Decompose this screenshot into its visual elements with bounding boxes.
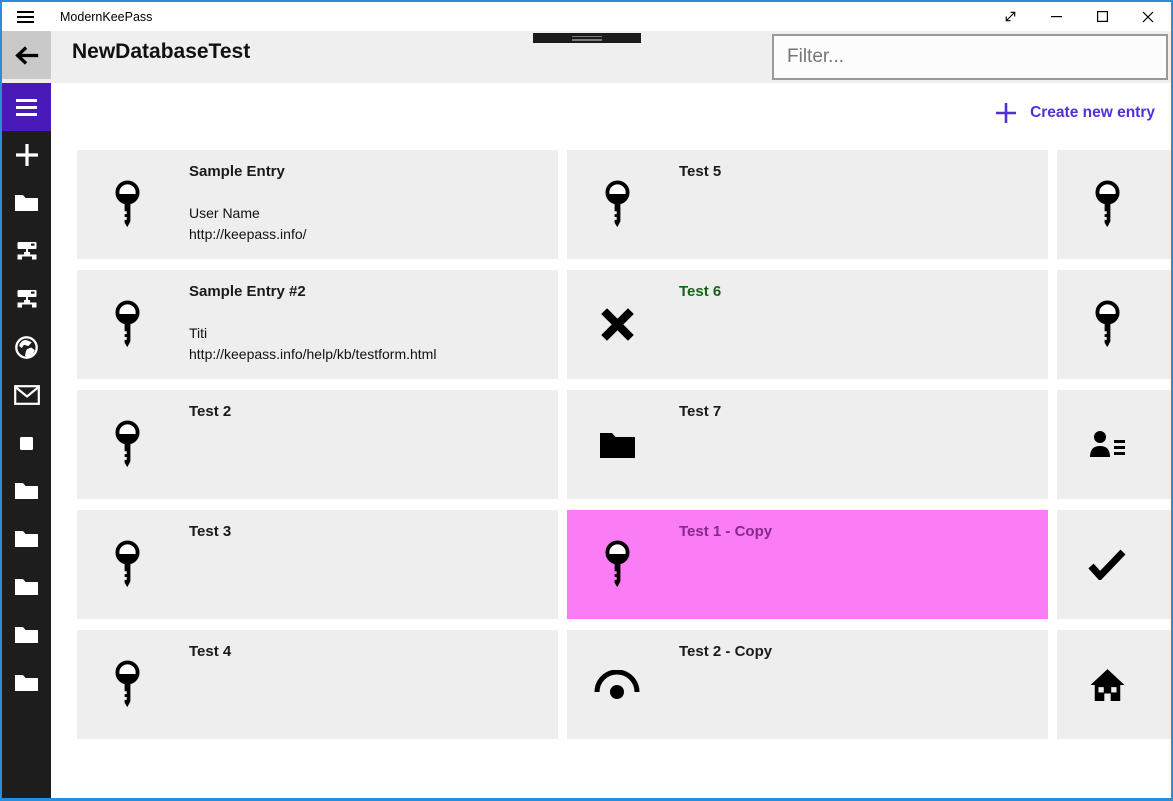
create-new-entry-label: Create new entry	[1030, 104, 1155, 121]
mail-icon	[13, 385, 40, 405]
sidebar-item-folder[interactable]	[2, 659, 51, 707]
hamburger-icon	[16, 98, 37, 116]
entry-card[interactable]: Sample Entry #2 Titi http://keepass.info/h…	[77, 270, 558, 379]
key-icon	[1057, 150, 1157, 259]
entry-detail-line: Titi	[189, 325, 208, 341]
entry-detail-line: http://keepass.info/	[189, 225, 307, 242]
page-title: NewDatabaseTest	[72, 40, 251, 63]
view-icon	[567, 630, 667, 739]
folder-icon	[15, 530, 38, 548]
entry-title: Test 4	[189, 643, 232, 660]
sidebar-item-folder[interactable]	[2, 179, 51, 227]
entry-card[interactable]: Test 2	[77, 390, 558, 499]
plus-icon	[996, 103, 1017, 123]
network-icon	[15, 288, 39, 310]
back-button[interactable]	[2, 31, 51, 79]
entry-details: User Name http://keepass.info/	[189, 203, 307, 244]
home-icon	[1057, 630, 1157, 739]
key-icon	[567, 150, 667, 259]
plus-icon	[15, 143, 39, 167]
close-icon	[1142, 11, 1154, 22]
appbar-peek-handle[interactable]	[533, 33, 641, 43]
key-icon	[77, 390, 177, 499]
sidebar-item-folder[interactable]	[2, 467, 51, 515]
globe-icon	[14, 335, 39, 360]
entry-title: Test 2 - Copy	[679, 643, 773, 660]
folder-icon	[15, 674, 38, 692]
sidebar-item-hamburger[interactable]	[2, 83, 51, 131]
minimize-icon	[1050, 16, 1062, 18]
key-icon	[77, 270, 177, 379]
key-icon	[567, 510, 667, 619]
entry-card[interactable]: Test 3	[77, 510, 558, 619]
sidebar-item-network[interactable]	[2, 275, 51, 323]
folder-black-icon	[567, 390, 667, 499]
check-icon	[1057, 510, 1157, 619]
entry-card[interactable]: Test 5	[567, 150, 1048, 259]
entry-detail-line: http://keepass.info/help/kb/testform.htm…	[189, 345, 437, 362]
entry-card[interactable]	[1057, 630, 1171, 739]
sidebar-item-folder[interactable]	[2, 563, 51, 611]
sidebar-item-plus[interactable]	[2, 131, 51, 179]
app-title: ModernKeePass	[60, 9, 153, 24]
sidebar-item-globe[interactable]	[2, 323, 51, 371]
entry-title: Test 7	[679, 403, 722, 420]
minimize-button[interactable]	[1033, 2, 1079, 31]
close-x-icon	[567, 270, 667, 379]
sidebar-item-folder[interactable]	[2, 611, 51, 659]
entry-title: Test 5	[679, 163, 722, 180]
key-icon	[1057, 270, 1157, 379]
diagonal-resize-icon	[1005, 11, 1015, 22]
entry-grid: Sample Entry User Name http://keepass.info…	[77, 150, 1171, 739]
close-button[interactable]	[1125, 2, 1171, 31]
network-icon	[15, 240, 39, 262]
entry-card[interactable]	[1057, 150, 1171, 259]
entry-card[interactable]: Test 4	[77, 630, 558, 739]
square-icon	[20, 436, 33, 450]
entry-title: Test 1 - Copy	[679, 523, 773, 540]
entry-title: Test 2	[189, 403, 232, 420]
sidebar-item-folder[interactable]	[2, 515, 51, 563]
maximize-icon	[1096, 11, 1108, 22]
app-window: ModernKeePass NewDatabaseTest Filter... …	[0, 0, 1173, 801]
folder-icon	[15, 482, 38, 500]
back-arrow-icon	[14, 45, 38, 65]
entry-title: Sample Entry #2	[189, 283, 306, 300]
contact-list-icon	[1057, 390, 1157, 499]
entry-title: Sample Entry	[189, 163, 285, 180]
entry-card[interactable]: Test 7	[567, 390, 1048, 499]
entry-title: Test 6	[679, 283, 722, 300]
entry-card[interactable]	[1057, 390, 1171, 499]
sidebar-item-mail[interactable]	[2, 371, 51, 419]
entry-details: Titi http://keepass.info/help/kb/testform…	[189, 323, 436, 364]
key-icon	[77, 150, 177, 259]
key-icon	[77, 630, 177, 739]
sidebar-item-network[interactable]	[2, 227, 51, 275]
main-content: Create new entry Sample Entry User Name ht…	[51, 83, 1171, 798]
window-controls	[987, 2, 1171, 31]
entry-card-selected[interactable]: Test 1 - Copy	[567, 510, 1048, 619]
titlebar: ModernKeePass	[2, 2, 1171, 31]
titlebar-hamburger-icon[interactable]	[17, 10, 34, 23]
entry-card[interactable]: Sample Entry User Name http://keepass.info…	[77, 150, 558, 259]
maximize-button[interactable]	[1079, 2, 1125, 31]
sidebar-item-square[interactable]	[2, 419, 51, 467]
entry-card[interactable]: Test 6	[567, 270, 1048, 379]
sidebar	[2, 83, 51, 798]
folder-icon	[15, 578, 38, 596]
entry-card[interactable]	[1057, 510, 1171, 619]
entry-title: Test 3	[189, 523, 232, 540]
filter-input[interactable]	[772, 34, 1168, 80]
entry-card[interactable]: Test 2 - Copy	[567, 630, 1048, 739]
entry-detail-line: User Name	[189, 205, 260, 221]
folder-icon	[15, 626, 38, 644]
entry-card[interactable]	[1057, 270, 1171, 379]
fullscreen-button[interactable]	[987, 2, 1033, 31]
key-icon	[77, 510, 177, 619]
create-new-entry-button[interactable]: Create new entry	[995, 102, 1155, 124]
folder-icon	[15, 194, 38, 212]
